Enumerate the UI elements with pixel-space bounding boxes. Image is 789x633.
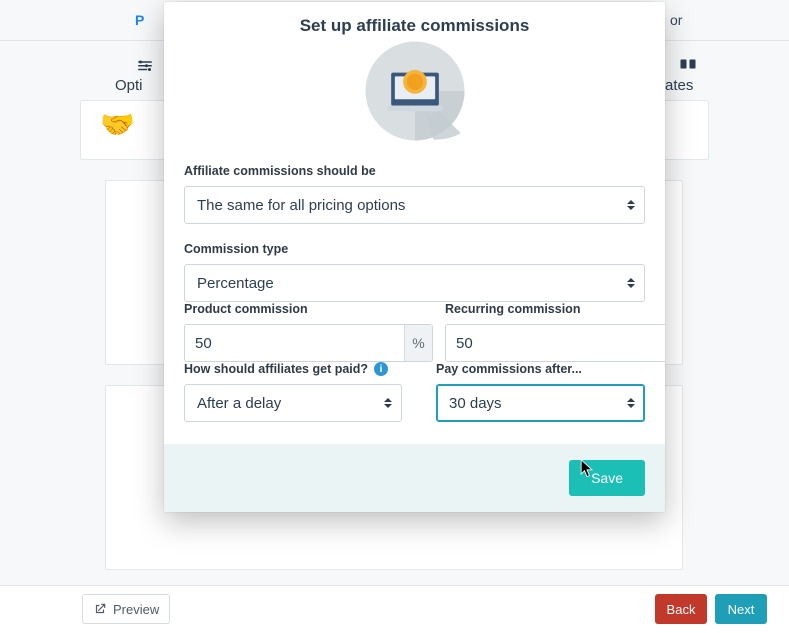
- paid-how-select-value: After a delay: [197, 395, 281, 412]
- recurring-commission-input-group: %: [445, 324, 665, 362]
- bg-footer: Preview Back Next: [0, 585, 789, 633]
- pay-after-select-value: 30 days: [449, 395, 502, 412]
- nav-tab-partial-left[interactable]: P: [135, 12, 144, 28]
- rates-icon: [668, 55, 708, 78]
- next-button[interactable]: Next: [715, 594, 767, 624]
- modal-illustration-icon: [360, 36, 470, 146]
- affiliate-commissions-modal: Set up affiliate commissions Affiliate c…: [164, 2, 665, 512]
- percent-unit: %: [404, 325, 432, 361]
- rates-label-partial: ates: [665, 77, 693, 94]
- product-commission-input[interactable]: [185, 325, 404, 361]
- recurring-commission-input[interactable]: [446, 325, 665, 361]
- nav-tab-partial-right[interactable]: or: [670, 12, 682, 28]
- updown-caret-icon: [626, 396, 636, 410]
- modal-footer: Save: [164, 444, 665, 512]
- type-select[interactable]: Percentage: [184, 264, 645, 302]
- scope-select-value: The same for all pricing options: [197, 197, 405, 214]
- modal-header: Set up affiliate commissions: [164, 2, 665, 164]
- updown-caret-icon: [383, 396, 393, 410]
- recurring-commission-label: Recurring commission: [445, 302, 665, 316]
- type-select-value: Percentage: [197, 275, 274, 292]
- updown-caret-icon: [626, 198, 636, 212]
- pay-after-label: Pay commissions after...: [436, 362, 645, 376]
- type-label: Commission type: [184, 242, 645, 256]
- preview-button[interactable]: Preview: [82, 594, 170, 624]
- handshake-icon: 🤝: [100, 108, 135, 141]
- modal-title: Set up affiliate commissions: [184, 16, 645, 36]
- product-commission-input-group: %: [184, 324, 433, 362]
- back-button[interactable]: Back: [655, 594, 707, 624]
- updown-caret-icon: [626, 276, 636, 290]
- info-icon[interactable]: i: [374, 362, 388, 376]
- paid-how-select[interactable]: After a delay: [184, 384, 402, 422]
- modal-body: Affiliate commissions should be The same…: [164, 164, 665, 444]
- pay-after-select[interactable]: 30 days: [436, 384, 645, 422]
- scope-label: Affiliate commissions should be: [184, 164, 645, 178]
- product-commission-label: Product commission: [184, 302, 433, 316]
- paid-how-label: How should affiliates get paid? i: [184, 362, 402, 376]
- preview-button-label: Preview: [113, 602, 159, 617]
- save-button[interactable]: Save: [569, 460, 645, 496]
- options-label-partial: Opti: [115, 77, 143, 94]
- paid-how-label-text: How should affiliates get paid?: [184, 362, 368, 376]
- scope-select[interactable]: The same for all pricing options: [184, 186, 645, 224]
- options-icon: [125, 56, 165, 79]
